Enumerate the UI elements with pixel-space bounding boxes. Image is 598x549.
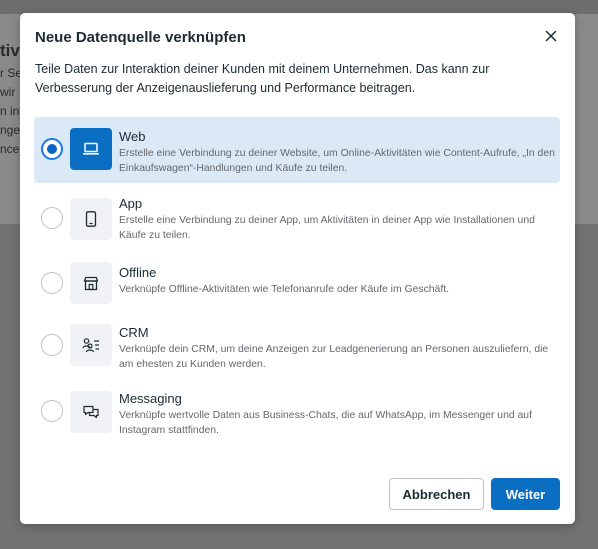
background-line: nger <box>0 123 22 137</box>
next-button[interactable]: Weiter <box>491 478 560 510</box>
option-web[interactable]: Web Erstelle eine Verbindung zu deiner W… <box>34 117 560 183</box>
app-text: App Erstelle eine Verbindung zu deiner A… <box>119 195 555 243</box>
web-text: Web Erstelle eine Verbindung zu deiner W… <box>119 128 555 176</box>
offline-title: Offline <box>119 265 157 280</box>
crm-title: CRM <box>119 325 149 340</box>
offline-text: Offline Verknüpfe Offline-Aktivitäten wi… <box>119 264 555 297</box>
chat-bubbles-icon <box>83 405 99 419</box>
laptop-icon <box>83 142 99 155</box>
people-list-icon <box>82 338 99 353</box>
app-title: App <box>119 196 143 211</box>
messaging-description: Verknüpfe wertvolle Daten aus Business-C… <box>119 410 532 436</box>
close-button[interactable] <box>543 28 559 44</box>
dialog-title: Neue Datenquelle verknüpfen <box>35 29 246 46</box>
web-icon-tile <box>70 128 112 170</box>
background-line: n int <box>0 104 22 118</box>
crm-icon-tile <box>70 324 112 366</box>
background-heading: tiv <box>0 41 20 60</box>
option-messaging[interactable]: Messaging Verknüpfe wertvolle Daten aus … <box>34 387 560 439</box>
background-text: tiv r Se wir n int nger nce. <box>0 40 22 159</box>
offline-description: Verknüpfe Offline-Aktivitäten wie Telefo… <box>119 284 449 295</box>
close-icon <box>545 30 557 42</box>
connect-data-source-dialog: Neue Datenquelle verknüpfen Teile Daten … <box>20 13 575 524</box>
mobile-phone-icon <box>85 211 97 227</box>
option-crm[interactable]: CRM Verknüpfe dein CRM, um deine Anzeige… <box>34 320 560 372</box>
option-offline[interactable]: Offline Verknüpfe Offline-Aktivitäten wi… <box>34 262 560 308</box>
messaging-radio[interactable] <box>41 400 63 422</box>
messaging-title: Messaging <box>119 391 182 406</box>
app-icon-tile <box>70 198 112 240</box>
background-line: r Se <box>0 66 22 80</box>
app-radio[interactable] <box>41 207 63 229</box>
crm-text: CRM Verknüpfe dein CRM, um deine Anzeige… <box>119 324 555 372</box>
dialog-intro-text: Teile Daten zur Interaktion deiner Kunde… <box>35 62 490 95</box>
cancel-button[interactable]: Abbrechen <box>389 478 484 510</box>
messaging-icon-tile <box>70 391 112 433</box>
background-line: nce. <box>0 142 22 156</box>
offline-radio[interactable] <box>41 272 63 294</box>
messaging-text: Messaging Verknüpfe wertvolle Daten aus … <box>119 390 555 438</box>
background-line: wir <box>0 85 16 99</box>
web-description: Erstelle eine Verbindung zu deiner Websi… <box>119 148 555 174</box>
offline-icon-tile <box>70 262 112 304</box>
web-radio[interactable] <box>41 138 63 160</box>
crm-description: Verknüpfe dein CRM, um deine Anzeigen zu… <box>119 344 549 370</box>
store-icon <box>83 276 99 290</box>
crm-radio[interactable] <box>41 334 63 356</box>
option-app[interactable]: App Erstelle eine Verbindung zu deiner A… <box>34 195 560 245</box>
web-title: Web <box>119 129 146 144</box>
app-description: Erstelle eine Verbindung zu deiner App, … <box>119 215 535 241</box>
